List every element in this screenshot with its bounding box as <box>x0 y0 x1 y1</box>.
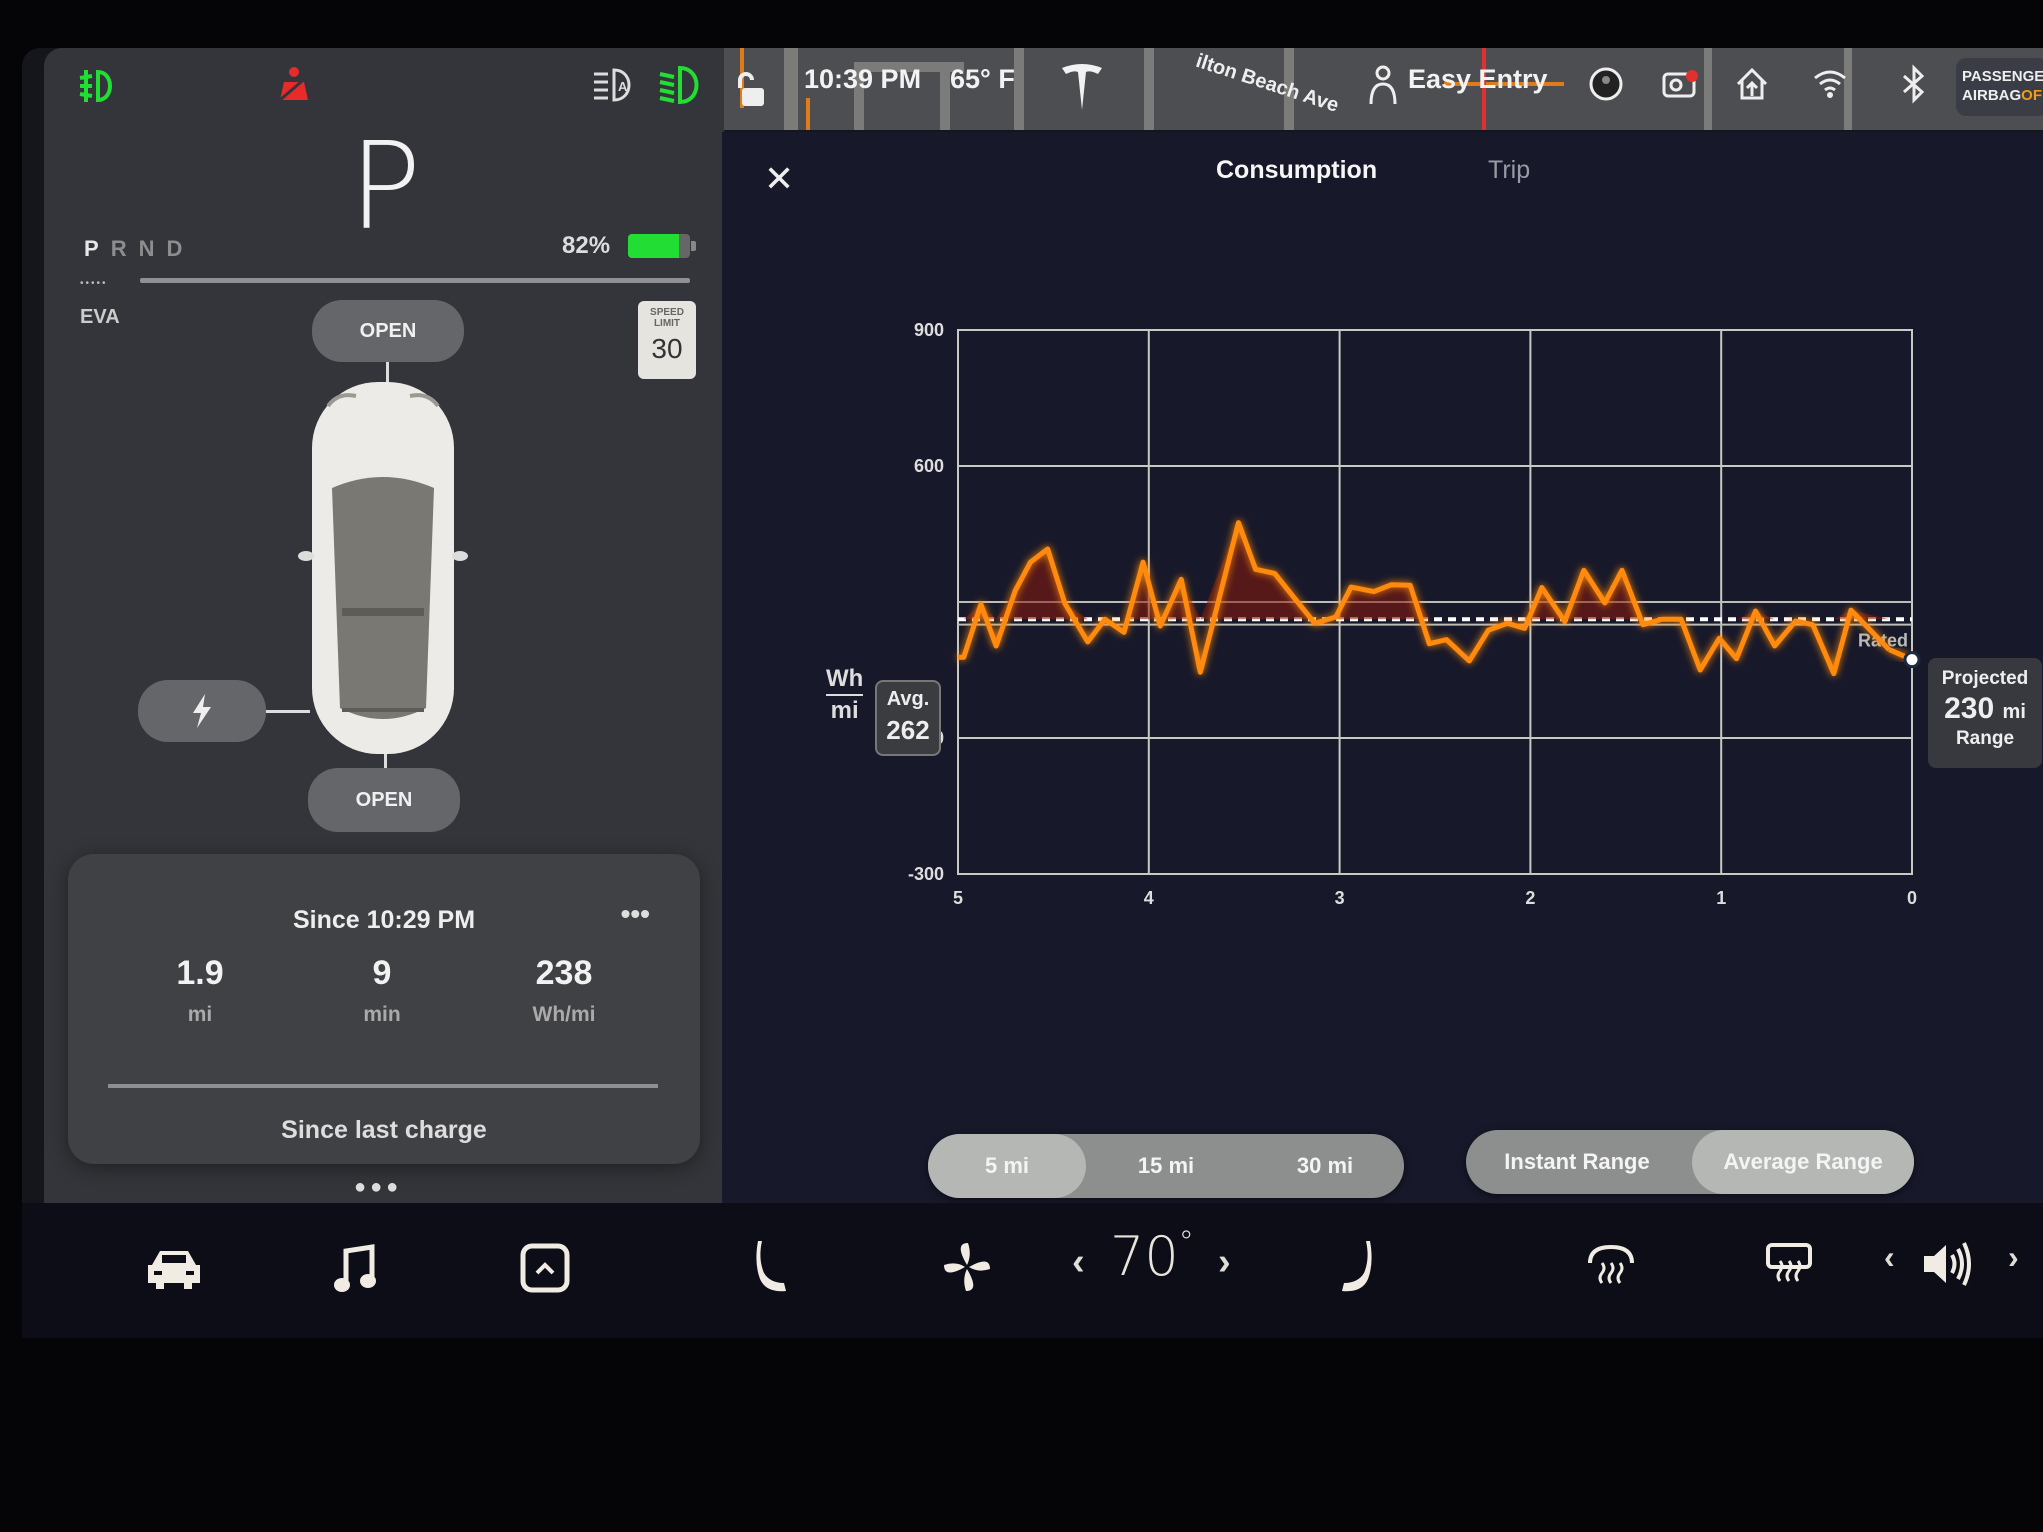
clock: 10:39 PM <box>804 64 922 94</box>
x-tick-label: 2 <box>1525 888 1535 908</box>
wifi-icon[interactable] <box>1812 68 1848 100</box>
open-trunk-button[interactable]: OPEN <box>308 768 460 832</box>
consumption-series-line <box>958 520 1891 677</box>
top-status-bar: 10:39 PM 65° F ilton Beach Ave Easy Entr… <box>724 48 2043 130</box>
passenger-airbag-status: PASSENGER AIRBAGOFF <box>1956 58 2043 116</box>
current-position-marker <box>1903 651 1921 669</box>
cabin-temperature: 70° <box>1110 1225 1194 1288</box>
low-beam-icon <box>659 65 699 105</box>
card-pager-dots[interactable]: ●●● <box>354 1176 402 1199</box>
average-range-option[interactable]: Average Range <box>1692 1130 1914 1194</box>
gear-r: R <box>110 236 139 261</box>
lightning-icon <box>193 694 211 728</box>
gear-d: D <box>166 236 195 261</box>
x-tick-label: 1 <box>1716 888 1726 908</box>
status-panel: A P PRND 82% ••••• EVA SPEED LIMIT 30 OP… <box>44 48 724 1203</box>
y-axis-unit: Wh mi <box>826 665 864 724</box>
current-gear: P <box>349 118 422 257</box>
tab-trip[interactable]: Trip <box>1488 156 1530 185</box>
camera-record-icon[interactable] <box>1662 68 1700 100</box>
car-icon[interactable] <box>144 1245 204 1291</box>
distance-range-selector: 5 mi 15 mi 30 mi <box>928 1134 1404 1198</box>
passenger-seat-heat-icon[interactable] <box>1340 1239 1374 1295</box>
volume-up-button[interactable]: › <box>2008 1239 2019 1276</box>
rear-defrost-icon[interactable] <box>1764 1241 1814 1287</box>
outside-temperature: 65° F <box>950 64 1015 94</box>
speed-limit-value: 30 <box>651 333 683 364</box>
battery-icon <box>628 234 696 258</box>
x-tick-label: 5 <box>953 888 963 908</box>
trip-distance: 1.9 mi <box>176 954 224 1026</box>
battery-level-fill <box>628 234 679 258</box>
average-value: 262 <box>886 715 930 745</box>
seatbelt-warning-icon <box>279 67 309 102</box>
projected-range-value: 230 <box>1944 692 1995 725</box>
airbag-off-status: OFF <box>2021 87 2043 104</box>
instant-range-option[interactable]: Instant Range <box>1466 1130 1688 1194</box>
tab-consumption[interactable]: Consumption <box>1216 156 1377 185</box>
speed-limit-label: SPEED LIMIT <box>650 307 684 329</box>
x-tick-label: 3 <box>1335 888 1345 908</box>
car-top-view[interactable] <box>298 378 468 758</box>
person-icon <box>1369 65 1397 105</box>
y-tick-label: -300 <box>908 864 944 884</box>
driver-profile-name: EVA <box>80 306 120 328</box>
gear-p: P <box>84 236 111 261</box>
speed-bar <box>140 278 690 283</box>
x-tick-label: 0 <box>1907 888 1917 908</box>
fog-light-icon <box>79 69 112 103</box>
tesla-logo-icon[interactable] <box>1060 62 1104 112</box>
distance-option-15mi[interactable]: 15 mi <box>1087 1134 1245 1198</box>
x-tick-label: 4 <box>1144 888 1154 908</box>
more-options-button[interactable]: ••• <box>621 898 650 930</box>
front-defrost-icon[interactable] <box>1586 1243 1636 1287</box>
trip-efficiency: 238 Wh/mi <box>532 954 596 1026</box>
projected-range-tag: Projected 230 mi Range <box>1928 658 2042 768</box>
above-average-area <box>958 522 1890 620</box>
fan-icon[interactable] <box>942 1241 992 1293</box>
temp-down-button[interactable]: ‹ <box>1072 1241 1085 1284</box>
y-tick-label: 900 <box>914 320 944 340</box>
volume-icon[interactable] <box>1920 1239 1972 1289</box>
distance-option-30mi[interactable]: 30 mi <box>1246 1134 1404 1198</box>
average-consumption-tag: Avg. 262 <box>875 680 941 756</box>
y-tick-label: 600 <box>914 456 944 476</box>
driver-profile-button[interactable]: Easy Entry <box>1408 64 1548 95</box>
trip-summary-card: Since 10:29 PM ••• 1.9 mi 9 min 238 Wh/m… <box>68 854 700 1164</box>
speed-limit-sign: SPEED LIMIT 30 <box>638 301 696 379</box>
driver-seat-heat-icon[interactable] <box>754 1239 790 1295</box>
close-button[interactable]: ✕ <box>764 158 794 200</box>
vehicle-screen: A P PRND 82% ••••• EVA SPEED LIMIT 30 OP… <box>22 48 2043 1338</box>
auto-headlights-icon: A <box>594 68 631 102</box>
since-last-charge-label[interactable]: Since last charge <box>68 1116 700 1145</box>
app-launcher-icon[interactable] <box>520 1243 570 1293</box>
battery-percent: 82% <box>562 232 611 259</box>
open-frunk-button[interactable]: OPEN <box>312 300 464 362</box>
lock-icon[interactable] <box>734 70 766 110</box>
energy-app-panel: 5432109006000-300Rated ✕ Consumption Tri… <box>722 132 2043 1203</box>
bottom-control-bar: ‹ 70° › ‹ › <box>22 1203 2043 1338</box>
homelink-icon[interactable] <box>1734 66 1770 102</box>
trip-duration: 9 min <box>363 954 401 1026</box>
gear-n: N <box>138 236 167 261</box>
charge-port-button[interactable] <box>138 680 266 742</box>
map-street-label: ilton Beach Ave <box>1193 50 1342 117</box>
speed-bar-ticks: ••••• <box>80 278 108 289</box>
trip-since-label: Since 10:29 PM <box>292 906 476 934</box>
gear-selector: PRND <box>84 236 194 262</box>
range-mode-selector: Instant Range Average Range <box>1466 1130 1914 1194</box>
volume-down-button[interactable]: ‹ <box>1884 1239 1895 1276</box>
dashcam-icon[interactable] <box>1588 66 1624 102</box>
music-note-icon[interactable] <box>334 1243 378 1295</box>
temp-up-button[interactable]: › <box>1218 1241 1231 1284</box>
distance-option-5mi[interactable]: 5 mi <box>928 1134 1086 1198</box>
consumption-chart: 5432109006000-300Rated <box>908 320 1921 908</box>
svg-text:A: A <box>618 79 628 94</box>
divider <box>108 1084 658 1088</box>
bluetooth-icon[interactable] <box>1900 64 1928 104</box>
